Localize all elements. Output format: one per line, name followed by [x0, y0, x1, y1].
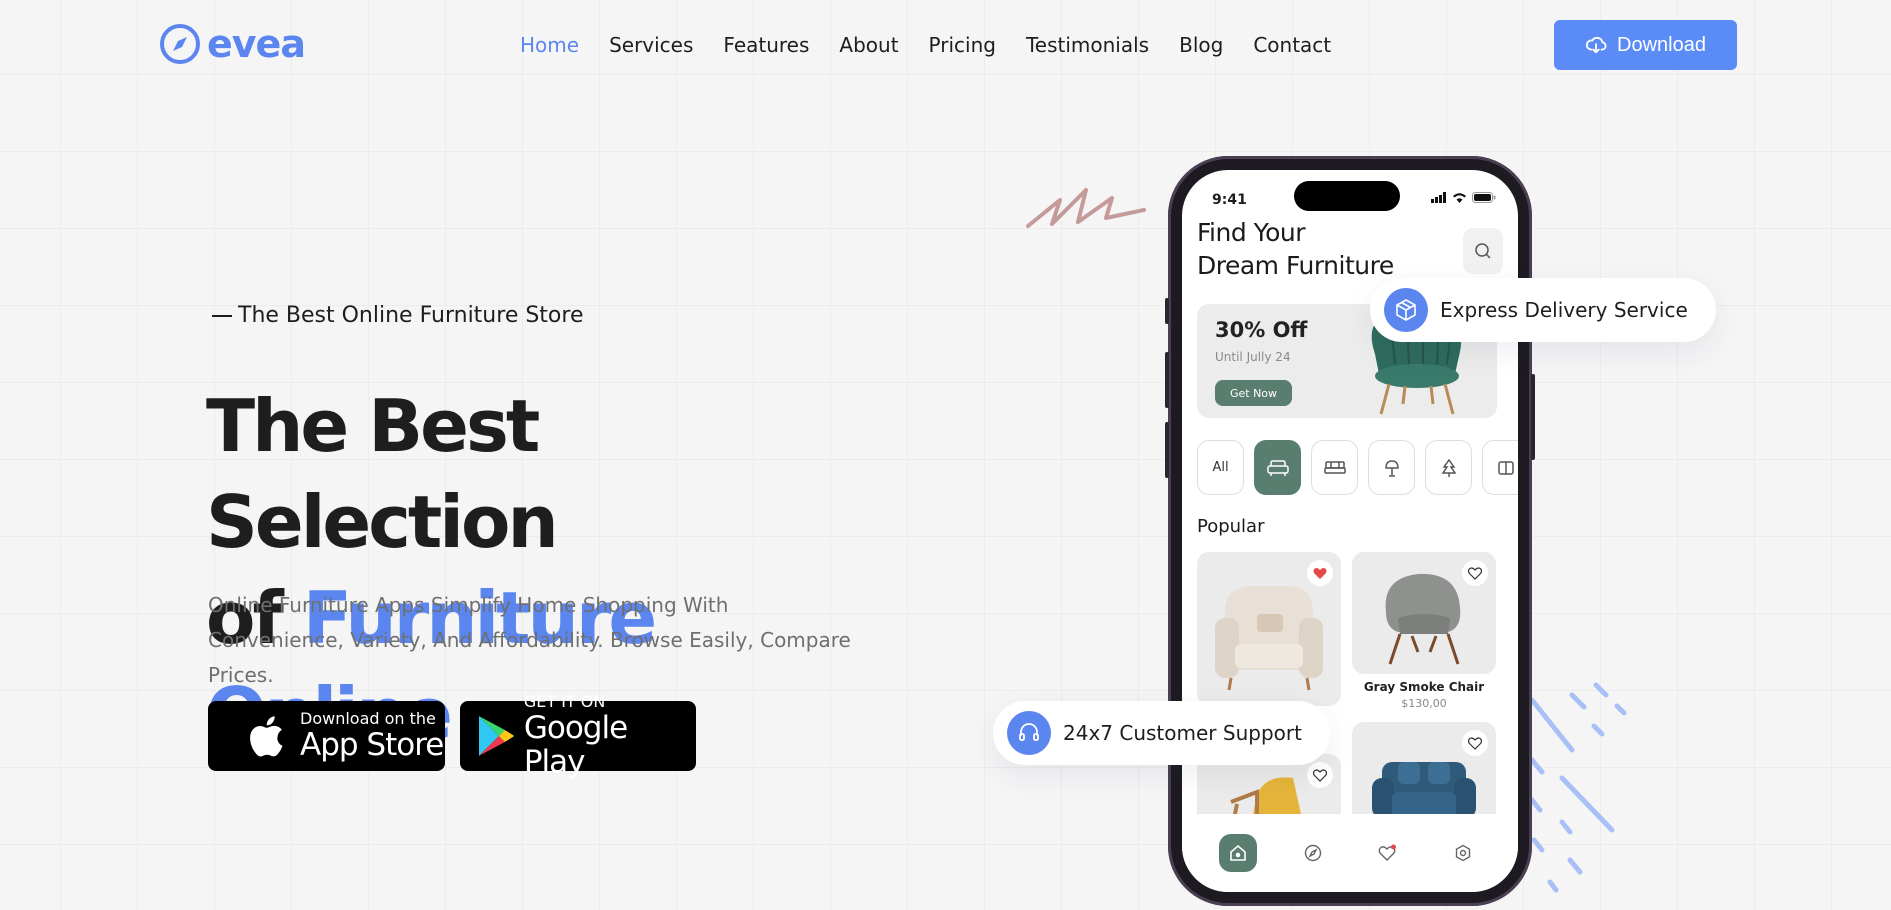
product-price: $130,00	[1401, 697, 1447, 710]
signal-icon	[1431, 192, 1446, 203]
tab-explore[interactable]	[1294, 834, 1332, 872]
google-play-icon	[478, 716, 514, 756]
compass-icon	[1304, 844, 1321, 862]
category-plant[interactable]	[1425, 440, 1472, 495]
nav-pricing[interactable]: Pricing	[929, 31, 996, 59]
nav-services[interactable]: Services	[609, 31, 693, 59]
download-label: Download	[1617, 33, 1706, 56]
express-delivery-badge: Express Delivery Service	[1370, 278, 1716, 342]
wifi-icon	[1453, 193, 1466, 203]
category-sofa[interactable]	[1254, 440, 1301, 495]
phone-volume-down	[1165, 422, 1169, 478]
category-list: All	[1197, 440, 1518, 495]
heart-icon	[1378, 844, 1396, 861]
heart-outline-icon	[1468, 736, 1482, 750]
app-store-small-text: Download on the	[300, 709, 436, 728]
app-title-line2: Dream Furniture	[1197, 251, 1394, 280]
google-big-text: Google Play	[523, 710, 628, 780]
squiggle-decoration	[1026, 188, 1146, 228]
nav-testimonials[interactable]: Testimonials	[1026, 31, 1149, 59]
status-icons	[1431, 192, 1496, 203]
phone-side-button	[1165, 298, 1169, 324]
hero-subtext: Online Furniture Apps Simplify Home Shop…	[208, 593, 851, 687]
main-nav: Home Services Features About Pricing Tes…	[520, 31, 1331, 59]
app-title: Find Your Dream Furniture	[1197, 216, 1394, 282]
nav-blog[interactable]: Blog	[1179, 31, 1223, 59]
status-time: 9:41	[1212, 192, 1247, 208]
product-card-gray-smoke-chair[interactable]	[1352, 552, 1496, 674]
hero-tagline: The Best Online Furniture Store	[212, 303, 584, 328]
google-play-button[interactable]: GET IT ON Google Play	[460, 693, 696, 779]
favorite-button[interactable]	[1307, 560, 1333, 586]
cloud-download-icon	[1585, 36, 1607, 54]
dashes-decoration	[1529, 682, 1627, 893]
phone-volume-up	[1165, 352, 1169, 408]
bed-icon	[1323, 460, 1346, 474]
tagline-dash	[212, 314, 232, 317]
category-lamp[interactable]	[1368, 440, 1415, 495]
heart-filled-icon	[1313, 567, 1327, 579]
phone-mockup: 9:41 Find Your Dream Furniture 30% Off U…	[1165, 156, 1535, 906]
app-store-button[interactable]: Download on the App Store	[208, 701, 445, 771]
box-icon	[1384, 288, 1428, 332]
promo-title: 30% Off	[1215, 318, 1308, 342]
google-small-text: GET IT ON	[523, 692, 606, 711]
tab-favorites[interactable]	[1369, 834, 1407, 872]
home-icon	[1229, 844, 1246, 861]
product-name: Gray Smoke Chair	[1363, 680, 1485, 694]
brand-name: evea	[207, 22, 306, 66]
apple-icon	[250, 716, 283, 757]
favorite-button[interactable]	[1307, 762, 1333, 788]
tagline-text: The Best Online Furniture Store	[238, 303, 584, 328]
app-title-line1: Find Your	[1197, 218, 1306, 247]
battery-icon	[1472, 192, 1496, 203]
search-icon	[1475, 243, 1491, 259]
favorite-button[interactable]	[1462, 730, 1488, 756]
app-tab-bar	[1182, 814, 1518, 892]
nav-features[interactable]: Features	[723, 31, 809, 59]
cabinet-icon	[1497, 460, 1514, 475]
headset-icon	[1007, 711, 1051, 755]
headline-line1: The Best Selection	[206, 384, 559, 564]
product-card-cream-armchair[interactable]	[1197, 552, 1341, 706]
dynamic-island	[1294, 181, 1400, 211]
category-cabinet[interactable]	[1482, 440, 1518, 495]
category-bed[interactable]	[1311, 440, 1358, 495]
tab-home[interactable]	[1218, 834, 1257, 872]
lamp-icon	[1384, 459, 1399, 477]
nav-contact[interactable]: Contact	[1253, 31, 1331, 59]
promo-subtitle: Until Jully 24	[1215, 350, 1291, 364]
tree-icon	[1441, 458, 1456, 477]
customer-support-badge: 24x7 Customer Support	[993, 701, 1330, 765]
brand-logo[interactable]: evea	[159, 22, 306, 66]
nav-home[interactable]: Home	[520, 31, 579, 59]
nav-about[interactable]: About	[839, 31, 898, 59]
sofa-icon	[1266, 459, 1289, 476]
phone-power-button	[1531, 374, 1535, 460]
app-store-big-text: App Store	[300, 727, 444, 763]
compass-logo-icon	[160, 24, 200, 64]
app-search-button[interactable]	[1463, 228, 1503, 274]
express-delivery-label: Express Delivery Service	[1440, 298, 1688, 322]
promo-get-now-button[interactable]: Get Now	[1215, 380, 1292, 406]
tab-settings[interactable]	[1444, 834, 1482, 872]
heart-outline-icon	[1468, 566, 1482, 580]
category-all[interactable]: All	[1197, 440, 1244, 495]
popular-heading: Popular	[1197, 516, 1265, 537]
heart-outline-icon	[1313, 768, 1327, 782]
download-button[interactable]: Download	[1554, 20, 1737, 70]
settings-icon	[1455, 844, 1470, 862]
favorite-button[interactable]	[1462, 560, 1488, 586]
customer-support-label: 24x7 Customer Support	[1063, 721, 1302, 745]
